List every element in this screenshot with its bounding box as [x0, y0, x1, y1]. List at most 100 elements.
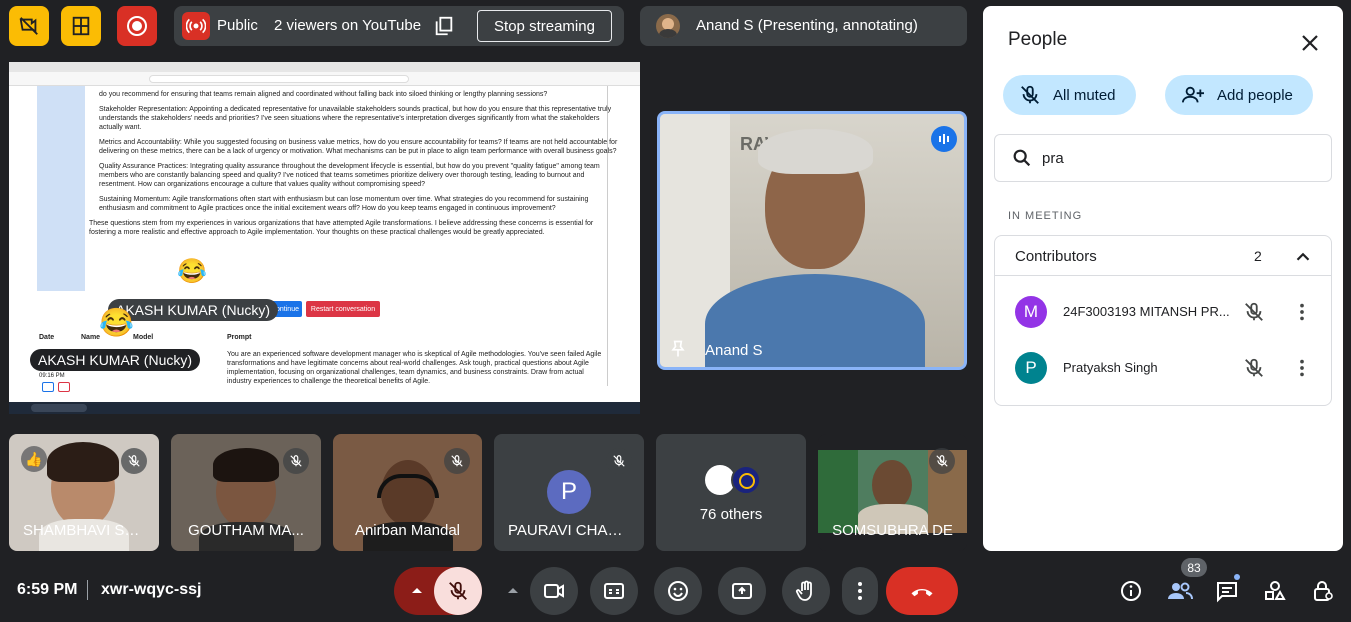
col-date: Date: [39, 334, 55, 341]
meeting-details-icon[interactable]: [1119, 579, 1143, 603]
activities-icon[interactable]: [1263, 579, 1287, 603]
col-name: Name: [81, 334, 101, 341]
chevron-up-icon[interactable]: [405, 579, 429, 603]
participant-name: PAURAVI CHAN...: [508, 522, 631, 539]
pin-icon[interactable]: [668, 339, 688, 359]
video-off-icon: [19, 17, 38, 35]
host-controls-icon[interactable]: [1311, 579, 1335, 603]
hang-up-icon: [911, 588, 933, 597]
reactions-button[interactable]: [654, 567, 702, 615]
meeting-code: xwr-wqyc-ssj: [101, 581, 202, 598]
participant-row[interactable]: P Pratyaksh Singh: [995, 340, 1331, 396]
add-people-button[interactable]: Add people: [1165, 75, 1313, 115]
prompt-text: You are an experienced software developm…: [227, 351, 602, 385]
participant-name: Anirban Mandal: [354, 522, 461, 539]
mic-off-icon: [444, 448, 470, 474]
people-panel: People All muted Add people pra IN MEETI…: [983, 6, 1343, 551]
delete-icon[interactable]: [58, 382, 70, 392]
participant-name: GOUTHAM MA...: [188, 522, 304, 539]
panel-title: People: [1008, 29, 1068, 50]
emoji-icon: [668, 581, 688, 601]
shared-screen: do you recommend for ensuring that teams…: [9, 62, 640, 414]
participant-avatar: P: [547, 470, 591, 514]
participant-tile[interactable]: SOMSUBHRA DE: [818, 434, 967, 551]
all-muted-button[interactable]: All muted: [1003, 75, 1136, 115]
unmute-button[interactable]: [434, 567, 482, 615]
mic-off-icon[interactable]: [1243, 301, 1265, 323]
doc-line: Metrics and Accountability: While you su…: [99, 139, 618, 155]
chevron-up-icon[interactable]: [501, 579, 525, 603]
col-model: Model: [133, 334, 154, 341]
annotation-label: AKASH KUMAR (Nucky): [30, 349, 201, 371]
mic-off-icon: [449, 581, 467, 600]
add-people-label: Add people: [1217, 86, 1293, 104]
turn-off-captions-button[interactable]: [9, 6, 49, 46]
live-stream-icon: [182, 12, 210, 40]
more-options-button[interactable]: [842, 567, 878, 615]
section-label: IN MEETING: [1008, 210, 1083, 222]
chart-icon[interactable]: [42, 382, 54, 392]
chat-icon[interactable]: [1215, 579, 1239, 603]
participant-tile[interactable]: P PAURAVI CHAN...: [494, 434, 644, 551]
mic-off-icon[interactable]: [1243, 357, 1265, 379]
others-count: 76 others: [699, 506, 763, 523]
presenter-label: Anand S (Presenting, annotating): [696, 17, 918, 34]
mic-off-icon: [121, 448, 147, 474]
all-muted-label: All muted: [1053, 86, 1116, 104]
live-stream-bar: Public 2 viewers on YouTube Stop streami…: [174, 6, 624, 46]
presenter-bar: Anand S (Presenting, annotating): [640, 6, 967, 46]
search-icon: [1013, 149, 1031, 167]
captions-button[interactable]: [590, 567, 638, 615]
visibility-label: Public: [217, 17, 258, 34]
mic-off-icon: [1021, 85, 1039, 104]
record-icon: [127, 16, 147, 36]
hand-icon: [795, 580, 812, 601]
participant-tile[interactable]: Anirban Mandal: [333, 434, 482, 551]
doc-line: Quality Assurance Practices: Integrating…: [99, 163, 600, 188]
others-avatar: [731, 465, 761, 495]
viewer-count: 2 viewers on YouTube: [274, 17, 422, 34]
mic-off-icon: [929, 448, 955, 474]
host-controls-button[interactable]: [61, 6, 101, 46]
participant-tile[interactable]: 👍 SHAMBHAVI SH...: [9, 434, 159, 551]
restart-conversation-button[interactable]: Restart conversation: [306, 301, 380, 317]
present-screen-icon: [732, 583, 752, 599]
present-button[interactable]: [718, 567, 766, 615]
video-camera-icon: [544, 584, 564, 598]
doc-line: Stakeholder Representation: Appointing a…: [99, 106, 612, 131]
raise-hand-button[interactable]: [782, 567, 830, 615]
search-field[interactable]: pra: [994, 134, 1332, 182]
participant-tile[interactable]: GOUTHAM MA...: [171, 434, 321, 551]
copy-link-icon[interactable]: [433, 15, 455, 37]
more-options-icon[interactable]: [1291, 357, 1313, 379]
stop-streaming-button[interactable]: Stop streaming: [477, 10, 612, 42]
participant-name: SHAMBHAVI SH...: [23, 522, 148, 539]
participant-row[interactable]: M 24F3003193 MITANSH PR...: [995, 284, 1331, 340]
close-icon[interactable]: [1298, 31, 1322, 55]
timestamp: 09:16 PM: [39, 373, 65, 379]
laughing-emoji-icon: 😂: [99, 307, 134, 338]
participant-name: SOMSUBHRA DE: [832, 522, 953, 539]
document-text: do you recommend for ensuring that teams…: [89, 90, 619, 243]
divider: [87, 580, 88, 600]
doc-line: Sustaining Momentum: Agile transformatio…: [99, 196, 589, 212]
doc-line: do you recommend for ensuring that teams…: [99, 91, 548, 98]
more-options-icon[interactable]: [1291, 301, 1313, 323]
recording-button[interactable]: [117, 6, 157, 46]
layout-icon: [72, 16, 90, 36]
clock: 6:59 PM: [17, 581, 78, 598]
others-tile[interactable]: 76 others: [656, 434, 806, 551]
speaker-tile[interactable]: RAW Anand S: [657, 111, 967, 370]
search-input[interactable]: pra: [1042, 150, 1064, 167]
speaker-name: Anand S: [705, 342, 763, 359]
chat-notification-dot: [1234, 574, 1240, 580]
camera-button[interactable]: [530, 567, 578, 615]
contributors-header[interactable]: Contributors 2: [995, 236, 1331, 276]
leave-call-button[interactable]: [886, 567, 958, 615]
people-icon[interactable]: [1166, 579, 1194, 603]
mic-off-icon: [606, 448, 632, 474]
chevron-up-icon[interactable]: [1292, 246, 1314, 268]
captions-icon: [604, 583, 624, 599]
avatar: M: [1015, 296, 1047, 328]
group-count: 2: [1254, 248, 1262, 264]
